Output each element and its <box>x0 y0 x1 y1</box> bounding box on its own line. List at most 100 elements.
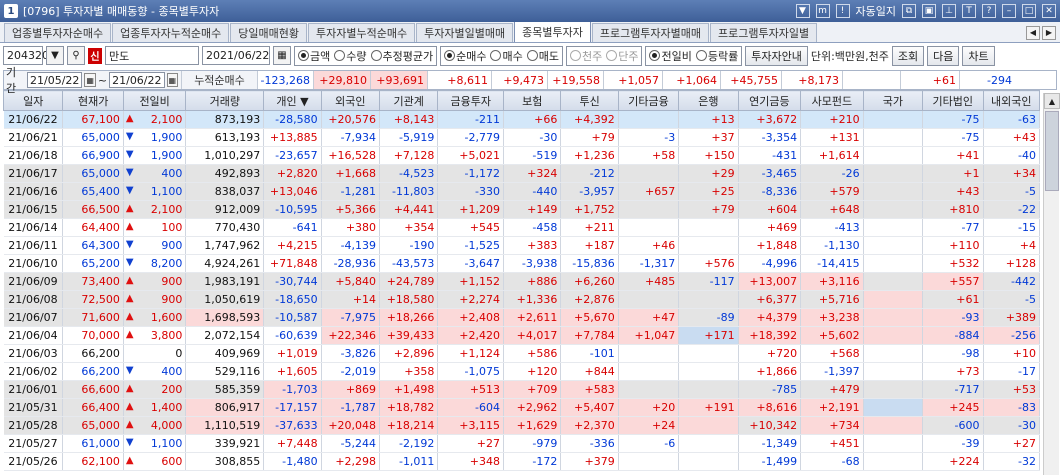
summary-domestic-foreign: -294 <box>987 73 1012 87</box>
vertical-scrollbar[interactable]: ▲ <box>1043 93 1060 475</box>
auto-notice-link[interactable]: 자동일지 <box>856 3 896 19</box>
investor-value-cell: -3,938 <box>503 254 562 273</box>
investor-value-cell: +383 <box>503 236 562 255</box>
radio-single-shares[interactable]: 단주 <box>606 48 638 64</box>
memo-icon[interactable]: m <box>815 4 830 18</box>
column-header[interactable]: 내외국인 <box>982 90 1041 111</box>
period-to-input[interactable]: 21/06/22 <box>109 72 165 88</box>
column-header[interactable]: 보험 <box>503 90 562 111</box>
column-header[interactable]: 현재가 <box>62 90 124 111</box>
alert-icon[interactable]: ! <box>835 4 850 18</box>
radio-net-buy[interactable]: 순매수 <box>444 48 486 64</box>
investor-value-cell: -519 <box>503 146 562 165</box>
table-row[interactable]: 21/06/0266,200400529,116+1,605-2,019+358… <box>3 362 1041 381</box>
tab-4[interactable]: 투자자별일별매매 <box>416 23 514 42</box>
investor-value-cell: -5,244 <box>321 434 381 453</box>
radio-thousand-shares[interactable]: 천주 <box>569 48 602 64</box>
tab-0[interactable]: 업종별투자자순매수 <box>4 23 112 42</box>
radio-buy[interactable]: 매수 <box>490 48 523 64</box>
table-row[interactable]: 21/06/0470,0003,8002,072,154-60,639+22,3… <box>3 326 1041 345</box>
investor-value-cell <box>863 362 924 381</box>
table-row[interactable]: 21/06/1866,9001,9001,010,297-23,657+16,5… <box>3 146 1041 165</box>
column-header[interactable]: 거래량 <box>185 90 265 111</box>
code-dropdown-icon[interactable]: ▼ <box>46 46 64 65</box>
column-header[interactable]: 국가 <box>862 90 924 111</box>
investor-value-cell: +1,848 <box>738 236 802 255</box>
search-icon[interactable]: ⚲ <box>67 46 85 65</box>
table-row[interactable]: 21/06/1164,3009001,747,962+4,215-4,139-1… <box>3 236 1041 255</box>
scroll-up-icon[interactable]: ▲ <box>1044 93 1060 109</box>
column-header[interactable]: 사모펀드 <box>800 90 864 111</box>
column-header[interactable]: 기타금융 <box>617 90 680 111</box>
radio-sell[interactable]: 매도 <box>526 48 559 64</box>
investor-value-cell: -4,139 <box>321 236 381 255</box>
column-header[interactable]: 외국인 <box>320 90 381 111</box>
investor-value-cell: -8,336 <box>738 182 802 201</box>
table-row[interactable]: 21/06/2267,1002,100873,193-28,580+20,576… <box>3 110 1041 129</box>
calendar-to-icon[interactable]: ▦ <box>166 73 178 87</box>
tab-2[interactable]: 당일매매현황 <box>230 23 308 42</box>
help-icon[interactable]: ? <box>982 4 996 18</box>
period-label: 기간 <box>6 66 17 95</box>
tab-1[interactable]: 업종투자자누적순매수 <box>112 23 230 42</box>
stock-code-input[interactable]: 204320 <box>3 46 49 65</box>
table-row[interactable]: 21/05/2865,0004,0001,110,519-37,633+20,0… <box>3 416 1041 435</box>
query-button[interactable]: 조회 <box>891 45 925 66</box>
table-row[interactable]: 21/05/2662,100600308,855-1,480+2,298-1,0… <box>3 452 1041 471</box>
table-row[interactable]: 21/05/2761,0001,100339,921+7,448-5,244-2… <box>3 434 1041 453</box>
column-header[interactable]: 은행 <box>678 90 739 111</box>
column-header[interactable]: 투신 <box>560 90 619 111</box>
date-cell: 21/06/02 <box>3 362 64 381</box>
date-input[interactable]: 2021/06/22 <box>202 46 270 65</box>
column-header[interactable]: 금융투자 <box>437 90 505 111</box>
table-row[interactable]: 21/05/3166,4001,400806,917-17,157-1,787+… <box>3 398 1041 417</box>
maximize-icon[interactable]: □ <box>1022 4 1036 18</box>
link-icon[interactable]: ⧉ <box>902 4 916 18</box>
table-row[interactable]: 21/06/1566,5002,100912,009-10,595+5,366+… <box>3 200 1041 219</box>
copy-icon[interactable]: ▣ <box>922 4 936 18</box>
calendar-icon[interactable]: ▦ <box>273 46 291 65</box>
tab-scroll-right-icon[interactable]: ▶ <box>1042 25 1056 40</box>
tab-5[interactable]: 종목별투자자 <box>514 22 591 42</box>
table-row[interactable]: 21/06/1464,400100770,430-641+380+354+545… <box>3 218 1041 237</box>
tab-scroll-left-icon[interactable]: ◀ <box>1026 25 1040 40</box>
radio-quantity[interactable]: 수량 <box>334 48 367 64</box>
column-header[interactable]: 기타법인 <box>922 90 984 111</box>
close-icon[interactable]: ✕ <box>1042 4 1056 18</box>
tab-7[interactable]: 프로그램투자자일별 <box>710 23 818 42</box>
menu-icon[interactable]: ▼ <box>795 4 810 18</box>
summary-individual: -123,268 <box>258 71 314 89</box>
table-row[interactable]: 21/06/0872,5009001,050,619-18,650+14+18,… <box>3 290 1041 309</box>
column-header[interactable]: 개인 ▼ <box>263 90 322 111</box>
table-row[interactable]: 21/06/1665,4001,100838,037+13,046-1,281-… <box>3 182 1041 201</box>
radio-prev-diff[interactable]: 전일비 <box>649 48 692 64</box>
font-icon[interactable]: T <box>962 4 976 18</box>
minimize-icon[interactable]: – <box>1002 4 1016 18</box>
radio-amount[interactable]: 금액 <box>298 48 330 64</box>
table-row[interactable]: 21/06/0771,6001,6001,698,593-10,587-7,97… <box>3 308 1041 327</box>
scroll-thumb[interactable] <box>1045 111 1059 191</box>
radio-avg-price[interactable]: 추정평균가 <box>370 48 433 64</box>
column-header[interactable]: 전일비 <box>122 90 187 111</box>
table-row[interactable]: 21/06/0166,600200585,359-1,703+869+1,498… <box>3 380 1041 399</box>
table-row[interactable]: 21/06/03 66,200 0 409,969 +1,019 -3,826 +2,896… <box>3 344 1041 363</box>
change-cell: 900 <box>123 290 187 309</box>
investor-value-cell: +4,392 <box>560 110 619 129</box>
radio-change-rate[interactable]: 등락률 <box>695 48 738 64</box>
calendar-from-icon[interactable]: ▦ <box>84 73 96 87</box>
table-row[interactable]: 21/06/1065,2008,2004,924,261+71,848-28,9… <box>3 254 1041 273</box>
chart-button[interactable]: 차트 <box>962 45 995 66</box>
period-from-input[interactable]: 21/05/22 <box>27 72 83 88</box>
next-button[interactable]: 다음 <box>927 45 960 66</box>
table-row[interactable]: 21/06/0973,4009001,983,191-30,744+5,840+… <box>3 272 1041 291</box>
tab-6[interactable]: 프로그램투자자별매매 <box>591 23 710 42</box>
investor-value-cell: +128 <box>983 254 1041 273</box>
table-row[interactable]: 21/06/2165,0001,900613,193+13,885-7,934-… <box>3 128 1041 147</box>
tab-3[interactable]: 투자자별누적순매수 <box>308 23 416 42</box>
column-header[interactable]: 기관계 <box>379 90 439 111</box>
investor-guide-button[interactable]: 투자자안내 <box>745 45 808 66</box>
table-row[interactable]: 21/06/1765,000400492,893+2,820+1,668-4,5… <box>3 164 1041 183</box>
column-header[interactable]: 연기금등 <box>737 90 802 111</box>
pin-icon[interactable]: ⊥ <box>942 4 956 18</box>
investor-value-cell <box>863 254 924 273</box>
